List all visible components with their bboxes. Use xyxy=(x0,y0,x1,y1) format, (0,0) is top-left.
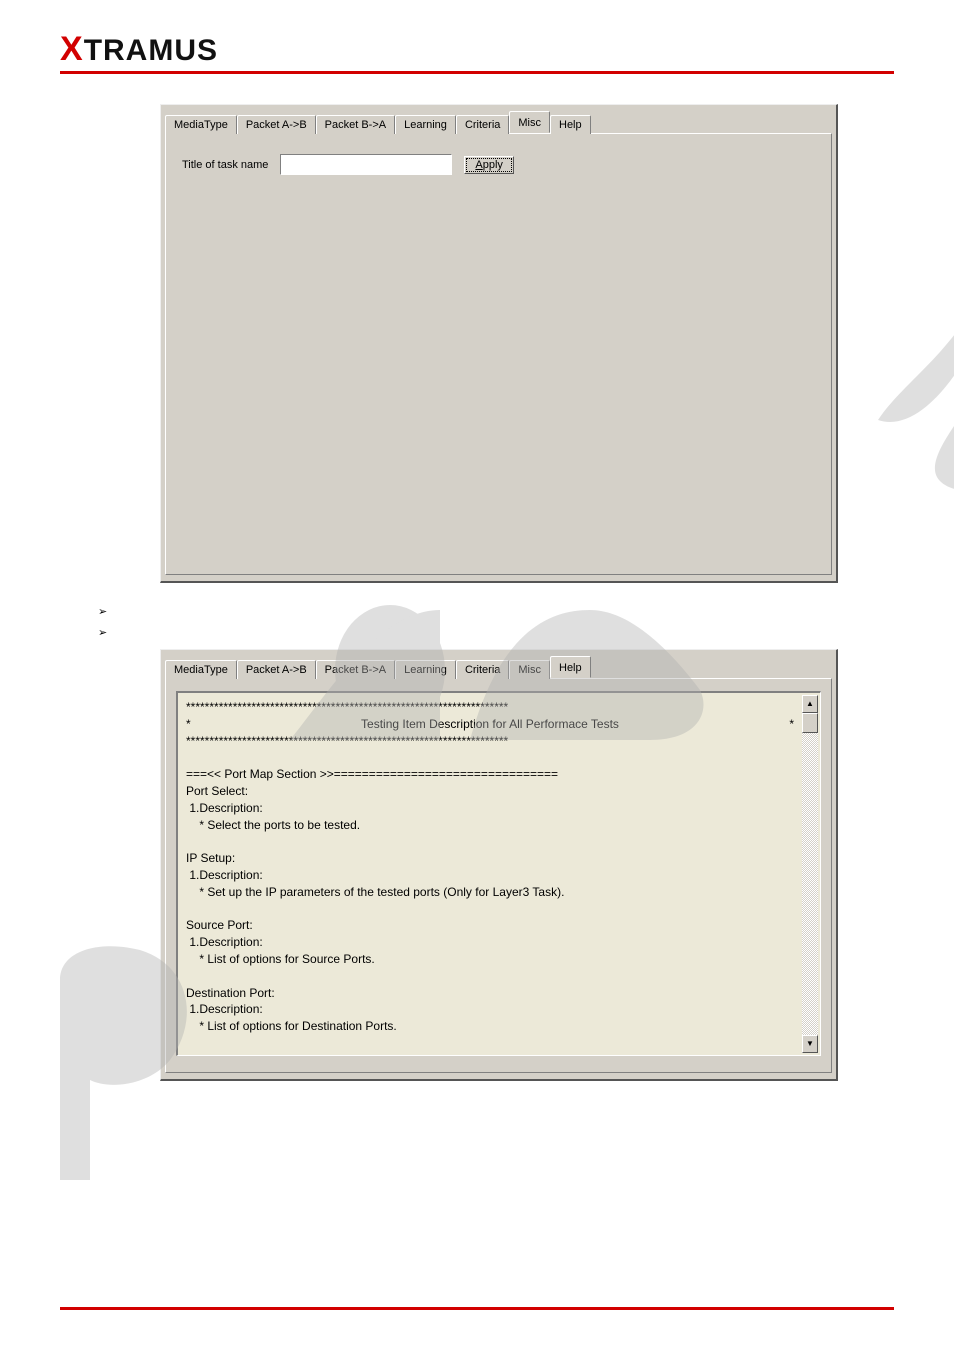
scroll-down-button[interactable]: ▼ xyxy=(802,1035,818,1053)
brand-x: X xyxy=(60,30,84,68)
help-ip-h: IP Setup: xyxy=(186,850,794,867)
help-tab-body: ****************************************… xyxy=(165,678,832,1073)
tab-mediatype[interactable]: MediaType xyxy=(165,660,237,679)
bullet-icon: ➢ xyxy=(98,626,107,639)
help-title-center: Testing Item Description for All Perform… xyxy=(191,716,790,733)
help-ps-d2: * Select the ports to be tested. xyxy=(186,817,794,834)
tab-learning[interactable]: Learning xyxy=(395,115,456,134)
help-scrollbar[interactable]: ▲ ▼ xyxy=(802,695,818,1053)
tab-packet-ab[interactable]: Packet A->B xyxy=(237,660,316,679)
scroll-up-button[interactable]: ▲ xyxy=(802,695,818,713)
help-dp-d2: * List of options for Destination Ports. xyxy=(186,1018,794,1035)
help-blank4 xyxy=(186,968,794,985)
help-dp-d1: 1.Description: xyxy=(186,1001,794,1018)
brand-rule xyxy=(60,71,894,74)
task-name-input[interactable] xyxy=(280,154,452,175)
help-sp-h: Source Port: xyxy=(186,917,794,934)
help-section-rule: ===<< Port Map Section >>===============… xyxy=(186,766,794,783)
bullet-line: ➢ Apply: Apply the changes. xyxy=(98,624,894,639)
help-title-line: * Testing Item Description for All Perfo… xyxy=(186,716,794,733)
help-blank1 xyxy=(186,749,794,766)
brand-logo: XTRAMUS xyxy=(60,30,894,69)
help-blank2 xyxy=(186,833,794,850)
tab-criteria[interactable]: Criteria xyxy=(456,660,509,679)
tabrow-misc: MediaType Packet A->B Packet B->A Learni… xyxy=(161,105,836,133)
help-stars-top: ****************************************… xyxy=(186,699,794,716)
scroll-track[interactable] xyxy=(802,713,818,1035)
brand-rest: TRAMUS xyxy=(84,34,218,67)
tab-packet-ab[interactable]: Packet A->B xyxy=(237,115,316,134)
bottom-rule xyxy=(60,1307,894,1310)
tab-packet-ba[interactable]: Packet B->A xyxy=(316,115,395,134)
help-title-right: * xyxy=(789,716,794,733)
help-blank3 xyxy=(186,901,794,918)
help-sp-d1: 1.Description: xyxy=(186,934,794,951)
tab-help[interactable]: Help xyxy=(550,115,591,134)
help-ip-d1: 1.Description: xyxy=(186,867,794,884)
tab-misc[interactable]: Misc xyxy=(509,111,550,133)
help-sp-d2: * List of options for Source Ports. xyxy=(186,951,794,968)
scroll-thumb[interactable] xyxy=(802,713,818,733)
help-stars-bottom: ****************************************… xyxy=(186,733,794,750)
tab-misc[interactable]: Misc xyxy=(509,660,550,679)
apply-button[interactable]: Apply xyxy=(464,156,514,174)
tab-learning[interactable]: Learning xyxy=(395,660,456,679)
help-window: MediaType Packet A->B Packet B->A Learni… xyxy=(160,649,838,1081)
misc-tab-body: Title of task name Apply xyxy=(165,133,832,575)
tab-mediatype[interactable]: MediaType xyxy=(165,115,237,134)
tabrow-help: MediaType Packet A->B Packet B->A Learni… xyxy=(161,650,836,678)
tab-help[interactable]: Help xyxy=(550,656,591,678)
help-textarea[interactable]: ****************************************… xyxy=(176,691,821,1056)
tab-criteria[interactable]: Criteria xyxy=(456,115,509,134)
bullet-icon: ➢ xyxy=(98,605,107,618)
help-ps-h: Port Select: xyxy=(186,783,794,800)
help-ip-d2: * Set up the IP parameters of the tested… xyxy=(186,884,794,901)
misc-window: MediaType Packet A->B Packet B->A Learni… xyxy=(160,104,838,583)
tab-packet-ba[interactable]: Packet B->A xyxy=(316,660,395,679)
title-label: Title of task name xyxy=(182,159,268,171)
bullet-list: ➢ Title of task name: Set the name of th… xyxy=(80,603,894,639)
help-ps-d1: 1.Description: xyxy=(186,800,794,817)
bullet-line: ➢ Title of task name: Set the name of th… xyxy=(98,603,894,618)
help-dp-h: Destination Port: xyxy=(186,985,794,1002)
